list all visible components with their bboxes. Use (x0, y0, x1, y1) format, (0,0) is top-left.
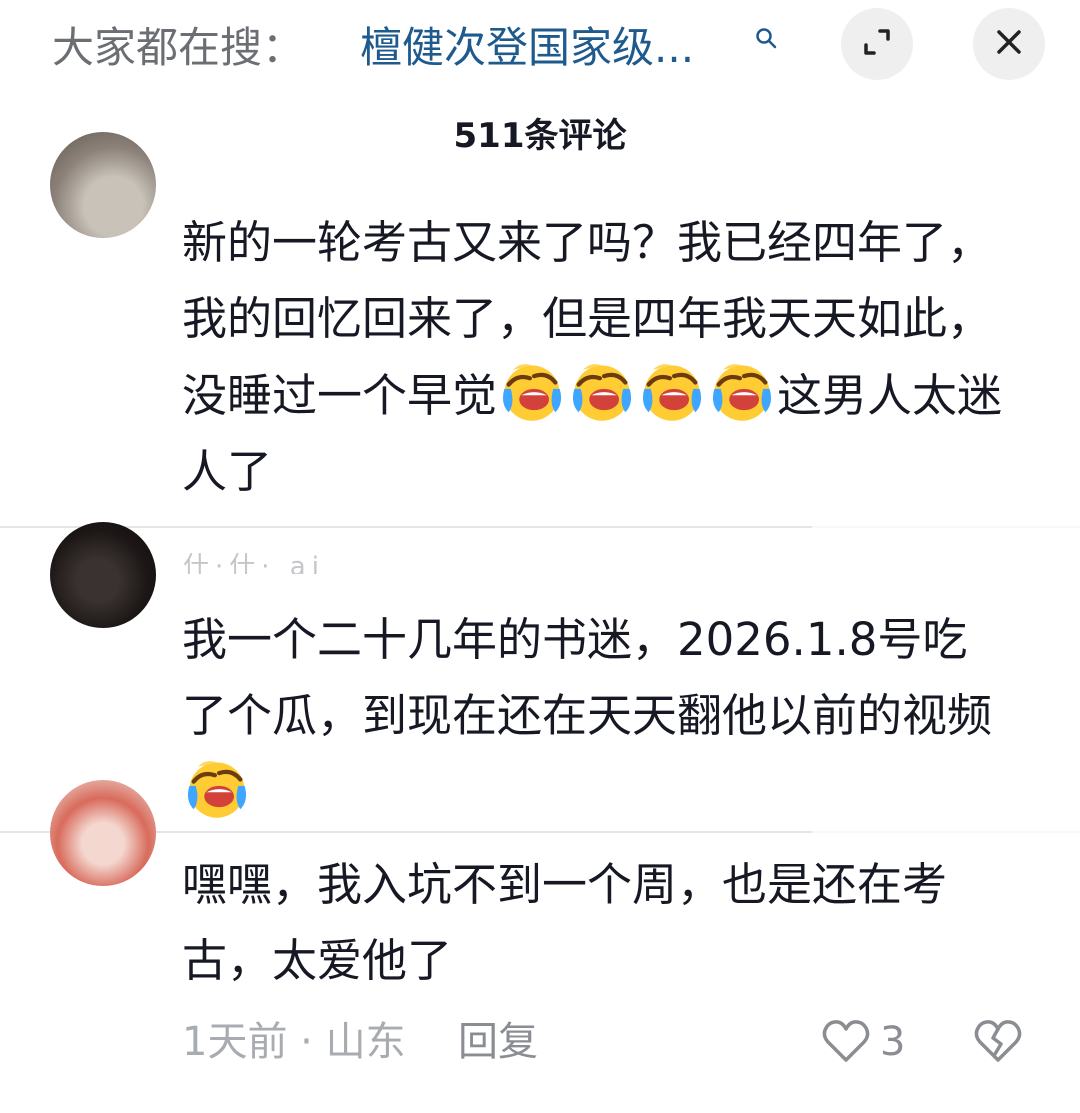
search-icon[interactable] (754, 26, 778, 54)
comment-segment: 嘿嘿，我入坑不到一个周，也是还在考古，太爱他了 (182, 858, 948, 987)
trending-search-link[interactable]: 檀健次登国家级... (360, 20, 694, 76)
crying-laughing-emoji-icon (708, 357, 776, 425)
crying-laughing-emoji-icon (498, 357, 566, 425)
comment-text: 嘿嘿，我入坑不到一个周，也是还在考古，太爱他了 (182, 847, 1012, 999)
like-count: 3 (880, 1019, 906, 1065)
close-button[interactable] (973, 8, 1045, 80)
trending-search-label: 大家都在搜： (52, 23, 305, 72)
broken-heart-icon[interactable] (972, 1018, 1024, 1068)
reply-button[interactable]: 回复 (458, 1016, 538, 1068)
crying-laughing-emoji-icon (568, 357, 636, 425)
collapse-expand-icon (860, 25, 894, 63)
crying-laughing-emoji-icon (638, 357, 706, 425)
comment-meta: 1天前 · 山东 (182, 1019, 406, 1065)
close-icon (994, 27, 1024, 61)
comment-text: 我一个二十几年的书迷，2026.1.8号吃了个瓜，到现在还在天天翻他以前的视频 (182, 602, 1012, 831)
avatar[interactable] (50, 780, 156, 886)
comment-text: 新的一轮考古又来了吗？我已经四年了，我的回忆回来了，但是四年我天天如此，没睡过一… (182, 205, 1012, 510)
avatar[interactable] (50, 522, 156, 628)
comment-segment: 我一个二十几年的书迷，2026.1.8号吃了个瓜，到现在还在天天翻他以前的视频 (182, 613, 993, 742)
username[interactable]: 什·什· ai (183, 552, 325, 574)
heart-icon[interactable] (820, 1018, 872, 1068)
avatar[interactable] (50, 132, 156, 238)
comment-count-title: 511条评论 (453, 116, 627, 156)
crying-laughing-emoji-icon (183, 754, 251, 822)
expand-button[interactable] (841, 8, 913, 80)
